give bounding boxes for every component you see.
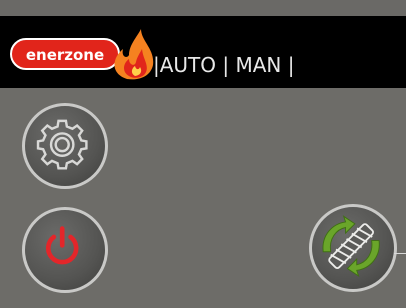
top-strip [0, 0, 406, 16]
auger-rotate-icon [322, 215, 380, 278]
gear-icon [36, 119, 88, 170]
controller-screen: enerzone |AUTO | MAN | [0, 0, 406, 308]
auger-button[interactable] [309, 204, 397, 292]
settings-button[interactable] [22, 103, 108, 189]
enerzone-logo: enerzone [10, 29, 154, 80]
edge-tick [394, 253, 406, 254]
power-button[interactable] [22, 207, 108, 293]
power-icon [45, 226, 79, 265]
mode-label[interactable]: |AUTO | MAN | [153, 53, 294, 77]
brand-text: enerzone [26, 46, 104, 64]
